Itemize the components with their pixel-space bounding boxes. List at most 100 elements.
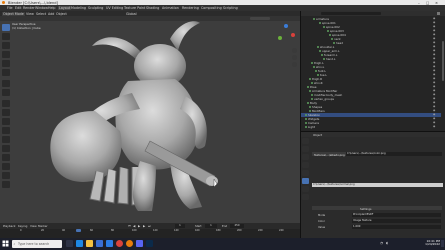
keying-menu[interactable]: Keying bbox=[18, 224, 27, 228]
value-field[interactable]: 1.000 bbox=[352, 225, 441, 230]
texture-path-field[interactable]: C:\Users\…\textures\color.png bbox=[346, 152, 442, 157]
playback-controls[interactable]: ⏮ ◀ ▶ ▶ ⏭ bbox=[128, 224, 158, 228]
tool-tab-icon[interactable] bbox=[302, 138, 309, 144]
color-field[interactable]: Image Texture bbox=[352, 219, 441, 224]
playhead[interactable] bbox=[76, 229, 81, 232]
tab-shading[interactable]: Shading bbox=[146, 6, 159, 10]
output-tab-icon[interactable] bbox=[302, 154, 309, 160]
visibility-eye-icon[interactable]: ◉ bbox=[433, 125, 435, 128]
taskbar-search-input[interactable]: ⌕ Type here to search bbox=[12, 240, 62, 248]
axis-z-icon[interactable] bbox=[284, 24, 288, 28]
mail-icon[interactable] bbox=[106, 240, 113, 247]
render-tab-icon[interactable] bbox=[302, 146, 309, 152]
smooth-tool[interactable] bbox=[2, 163, 10, 170]
visibility-eye-icon[interactable]: ◉ bbox=[433, 109, 435, 112]
step-forward-icon[interactable]: ▶ bbox=[143, 224, 145, 228]
file-explorer-icon[interactable] bbox=[86, 240, 93, 247]
close-button[interactable]: × bbox=[435, 1, 438, 5]
visibility-eye-icon[interactable]: ◉ bbox=[433, 49, 435, 52]
tab-compositing[interactable]: Compositing bbox=[201, 6, 222, 10]
world-tab-icon[interactable] bbox=[302, 170, 309, 176]
edge-browser-icon[interactable] bbox=[76, 240, 83, 247]
visibility-eye-icon[interactable]: ◉ bbox=[433, 41, 435, 44]
inset-tool[interactable] bbox=[2, 109, 10, 116]
3d-viewport[interactable] bbox=[0, 11, 300, 223]
outliner[interactable]: armature ◉ spine.001 ◉ spine.002 ◉ spine.003 ◉ s… bbox=[300, 11, 445, 131]
visibility-eye-icon[interactable]: ◉ bbox=[433, 97, 435, 100]
menu-file[interactable]: File bbox=[7, 6, 13, 10]
visibility-eye-icon[interactable]: ◉ bbox=[433, 105, 435, 108]
tab-sculpting[interactable]: Sculpting bbox=[88, 6, 103, 10]
move-tool[interactable] bbox=[2, 42, 10, 49]
scene-tab-icon[interactable] bbox=[302, 162, 309, 168]
menu-edit[interactable]: Edit bbox=[15, 6, 21, 10]
view-menu-timeline[interactable]: View bbox=[30, 224, 37, 228]
tab-uv-editing[interactable]: UV Editing bbox=[106, 6, 123, 10]
outliner-search[interactable] bbox=[321, 12, 381, 15]
visibility-eye-icon[interactable]: ◉ bbox=[433, 17, 435, 20]
extrude-tool[interactable] bbox=[2, 100, 10, 107]
zoom-icon[interactable] bbox=[292, 48, 297, 53]
scale-tool[interactable] bbox=[2, 60, 10, 67]
start-frame-field[interactable]: 1 bbox=[205, 223, 217, 228]
visibility-eye-icon[interactable]: ◉ bbox=[433, 25, 435, 28]
maximize-button[interactable]: □ bbox=[426, 1, 429, 5]
current-frame-field[interactable]: 1 bbox=[175, 223, 185, 228]
visibility-eye-icon[interactable]: ◉ bbox=[433, 61, 435, 64]
visibility-eye-icon[interactable]: ◉ bbox=[433, 65, 435, 68]
network-icon[interactable]: ◔ bbox=[380, 241, 383, 245]
visibility-eye-icon[interactable]: ◉ bbox=[433, 113, 435, 116]
task-view-icon[interactable] bbox=[66, 240, 73, 247]
visibility-eye-icon[interactable]: ◉ bbox=[433, 33, 435, 36]
menu-render[interactable]: Render bbox=[23, 6, 35, 10]
measure-tool[interactable] bbox=[2, 89, 10, 96]
shading-buttons[interactable] bbox=[250, 17, 270, 20]
frame-ruler[interactable]: 0 20 40 60 80 100 120 140 160 180 200 22… bbox=[0, 229, 300, 238]
visibility-eye-icon[interactable]: ◉ bbox=[433, 57, 435, 60]
jump-end-icon[interactable]: ⏭ bbox=[148, 224, 151, 228]
play-icon[interactable]: ▶ bbox=[138, 224, 140, 228]
cursor-tool[interactable] bbox=[2, 33, 10, 40]
tab-rendering[interactable]: Rendering bbox=[182, 6, 199, 10]
tab-modeling[interactable]: Modeling bbox=[71, 6, 86, 10]
blender-taskbar-icon[interactable] bbox=[126, 240, 133, 247]
visibility-eye-icon[interactable]: ◉ bbox=[433, 73, 435, 76]
modifier-tab-icon[interactable] bbox=[302, 186, 309, 192]
knife-tool[interactable] bbox=[2, 136, 10, 143]
axis-y-icon[interactable] bbox=[278, 36, 282, 40]
visibility-eye-icon[interactable]: ◉ bbox=[433, 93, 435, 96]
volume-icon[interactable]: ◖ bbox=[386, 241, 388, 245]
clock[interactable]: 10:41 PM 1/24/2022 bbox=[418, 239, 440, 247]
outliner-scrollbar[interactable] bbox=[442, 41, 444, 81]
bevel-tool[interactable] bbox=[2, 118, 10, 125]
step-back-icon[interactable]: ◀ bbox=[133, 224, 135, 228]
navigation-gizmo[interactable] bbox=[276, 24, 296, 44]
character-model[interactable] bbox=[0, 11, 300, 223]
visibility-eye-icon[interactable]: ◉ bbox=[433, 101, 435, 104]
marker-menu[interactable]: Marker bbox=[38, 224, 48, 228]
filter-icon[interactable] bbox=[437, 12, 440, 15]
visibility-eye-icon[interactable]: ◉ bbox=[433, 69, 435, 72]
tab-texture-paint[interactable]: Texture Paint bbox=[124, 6, 145, 10]
menu-window[interactable]: Window bbox=[35, 6, 48, 10]
end-frame-field[interactable]: 250 bbox=[230, 223, 244, 228]
visibility-eye-icon[interactable]: ◉ bbox=[433, 37, 435, 40]
texture-path-field-2[interactable]: C:\Users\…\textures\normal.png bbox=[312, 183, 443, 188]
minimize-button[interactable]: – bbox=[418, 1, 420, 5]
rotate-tool[interactable] bbox=[2, 51, 10, 58]
outliner-item[interactable]: Light ◉ bbox=[301, 125, 441, 129]
notification-icon[interactable] bbox=[441, 240, 444, 247]
settings-section-header[interactable]: Settings bbox=[312, 206, 442, 211]
axis-x-icon[interactable] bbox=[291, 33, 295, 37]
playback-menu[interactable]: Playback bbox=[3, 224, 15, 228]
object-tab-icon[interactable] bbox=[302, 178, 309, 184]
visibility-eye-icon[interactable]: ◉ bbox=[433, 21, 435, 24]
shear-tool[interactable] bbox=[2, 181, 10, 188]
visibility-eye-icon[interactable]: ◉ bbox=[433, 81, 435, 84]
timeline[interactable]: Playback Keying View Marker ⏮ ◀ ▶ ▶ ⏭ 1 … bbox=[0, 223, 300, 238]
discord-icon[interactable] bbox=[136, 240, 143, 247]
camera-view-icon[interactable] bbox=[292, 62, 297, 67]
mode-field[interactable]: Principled BSDF bbox=[352, 213, 441, 218]
polybuild-tool[interactable] bbox=[2, 145, 10, 152]
photoshop-icon[interactable] bbox=[146, 240, 153, 247]
